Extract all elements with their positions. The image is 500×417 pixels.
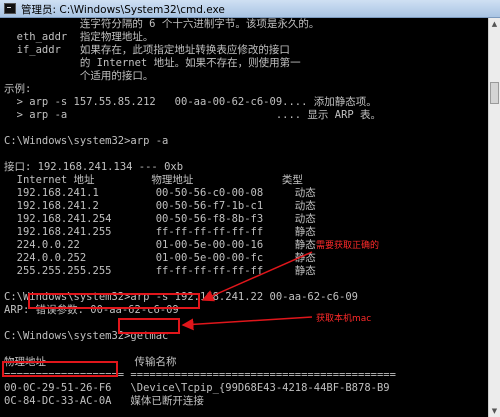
cmd-icon (4, 3, 16, 14)
console-line: C:\Windows\system32>arp -a (4, 135, 169, 147)
scroll-down-arrow-icon[interactable]: ▼ (489, 405, 500, 417)
title-bar[interactable]: 管理员: C:\Windows\System32\cmd.exe (0, 0, 500, 18)
console-line: 00-0C-29-51-26-F6 \Device\Tcpip_{99D68E4… (4, 382, 390, 394)
annotation-get-mac: 获取本机mac (316, 314, 372, 324)
console-line: 的 Internet 地址。如果不存在，则使用第一 (4, 57, 301, 69)
scroll-up-arrow-icon[interactable]: ▲ (489, 18, 500, 30)
console-line: 0C-84-DC-33-AC-0A 媒体已断开连接 (4, 395, 204, 407)
cmd-window: 管理员: C:\Windows\System32\cmd.exe 连字符分隔的 … (0, 0, 500, 417)
scrollbar-thumb[interactable] (490, 82, 499, 104)
console-line: if_addr 如果存在，此项指定地址转换表应修改的接口 (4, 44, 290, 56)
console-line: 示例: (4, 83, 32, 95)
error-line-highlight (28, 293, 200, 309)
console-line: 224.0.0.252 01-00-5e-00-00-fc 静态 (4, 252, 316, 264)
console-line: Internet 地址 物理地址 类型 (4, 174, 303, 186)
console-line: 192.168.241.254 00-50-56-f8-8b-f3 动态 (4, 213, 316, 225)
console-line: 224.0.0.22 01-00-5e-00-00-16 静态 (4, 239, 316, 251)
console-line: 255.255.255.255 ff-ff-ff-ff-ff-ff 静态 (4, 265, 316, 277)
console-line: 192.168.241.255 ff-ff-ff-ff-ff-ff 静态 (4, 226, 316, 238)
console-line: > arp -s 157.55.85.212 00-aa-00-62-c6-09… (4, 96, 377, 108)
console-line: 192.168.241.2 00-50-56-f7-1b-c1 动态 (4, 200, 316, 212)
window-title: 管理员: C:\Windows\System32\cmd.exe (21, 4, 225, 16)
getmac-command-highlight (118, 318, 180, 334)
console-line: 192.168.241.1 00-50-56-c0-00-08 动态 (4, 187, 316, 199)
annotation-need-correct: 需要获取正确的 (316, 241, 380, 251)
console-line: 连字符分隔的 6 个十六进制字节。该项是永久的。 (4, 18, 320, 30)
console-line: > arp -a .... 显示 ARP 表。 (4, 109, 382, 121)
vertical-scrollbar[interactable]: ▲ ▼ (488, 18, 500, 417)
console-line: 接口: 192.168.241.134 --- 0xb (4, 161, 184, 173)
mac-address-highlight (2, 361, 118, 377)
console-output[interactable]: 连字符分隔的 6 个十六进制字节。该项是永久的。 eth_addr 指定物理地址… (0, 18, 488, 417)
console-line: eth_addr 指定物理地址。 (4, 31, 154, 43)
console-line: 个适用的接口。 (4, 70, 154, 82)
